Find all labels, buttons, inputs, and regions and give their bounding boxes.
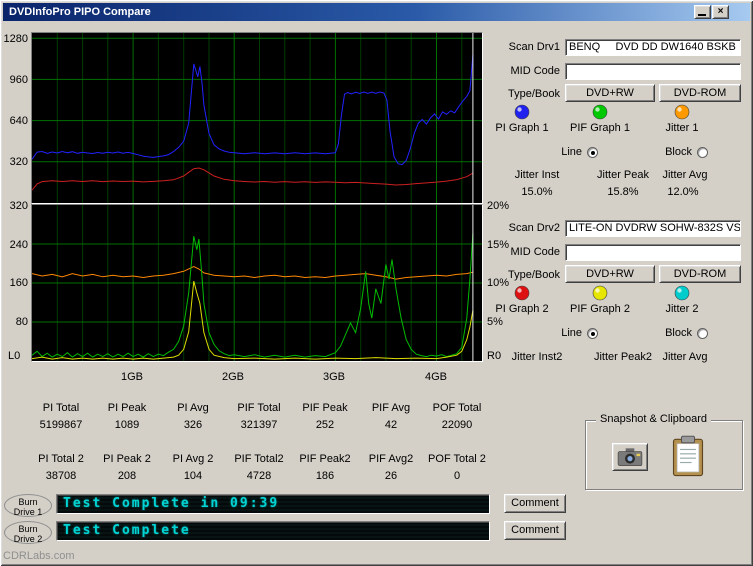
stats-row-2: PI Total 2 38708 PI Peak 2 208 PI Avg 2 104…	[28, 453, 490, 482]
disc-type1-box[interactable]: DVD+RW	[565, 84, 655, 102]
close-icon: ×	[717, 6, 724, 17]
stat-pof-total2: POF Total 20	[428, 453, 486, 482]
mid-code2-field[interactable]	[565, 244, 741, 261]
axis-corner-right: R0	[487, 350, 502, 362]
block2-radio[interactable]	[697, 328, 708, 339]
book-type2-box[interactable]: DVD-ROM	[659, 265, 741, 283]
snapshot-button[interactable]	[612, 443, 648, 471]
axis-label-1280: 1280	[3, 33, 28, 45]
minimize-button[interactable]	[694, 5, 711, 19]
stat-pi-peak: PI Peak 1089	[107, 402, 147, 431]
line1-radio[interactable]	[587, 147, 598, 158]
jitter-inst2-label: Jitter Inst2	[511, 351, 563, 363]
book-type1-box[interactable]: DVD-ROM	[659, 84, 741, 102]
x-tick-4gb: 4GB	[424, 371, 447, 383]
stat-pif-avg: PIF Avg 42	[371, 402, 411, 431]
comment1-button[interactable]: Comment	[504, 494, 566, 513]
pif-jitter-chart[interactable]	[31, 204, 483, 362]
mid-code2-label: MID Code	[510, 246, 560, 258]
pi-error-chart[interactable]	[31, 32, 483, 204]
burn-drive2-label: Burn Drive 2	[4, 521, 52, 544]
x-tick-1gb: 1GB	[120, 371, 143, 383]
axis-label-160: 160	[9, 277, 28, 289]
block1-label: Block	[665, 146, 692, 158]
pif-graph1-indicator-icon	[592, 104, 608, 120]
disc-type2-box[interactable]: DVD+RW	[565, 265, 655, 283]
snapshot-group-title: Snapshot & Clipboard	[596, 413, 712, 425]
clipboard-button[interactable]	[672, 435, 704, 477]
axis-label-80: 80	[15, 316, 28, 328]
axis-label-20pct: 20%	[487, 200, 510, 212]
drive1-status-display: Test Complete in 09:39	[56, 494, 490, 514]
pi-graph2-label: PI Graph 2	[495, 303, 549, 315]
scan-drv1-label: Scan Drv1	[508, 41, 560, 53]
x-tick-2gb: 2GB	[221, 371, 244, 383]
jitter-avg2-label: Jitter Avg	[662, 351, 708, 363]
watermark: CDRLabs.com	[3, 550, 75, 562]
stat-pif-total: PIF Total 321397	[237, 402, 281, 431]
title-bar: DVDInfoPro PIPO Compare ×	[3, 3, 750, 21]
pi-graph1-label: PI Graph 1	[495, 122, 549, 134]
stat-pi-total: PI Total 5199867	[39, 402, 83, 431]
mid-code1-label: MID Code	[510, 65, 560, 77]
jitter-avg1-value: 12.0%	[667, 186, 699, 198]
pi-graph2-indicator-icon	[514, 285, 530, 301]
minimize-icon	[698, 14, 706, 16]
line2-label: Line	[561, 327, 582, 339]
line2-radio[interactable]	[587, 328, 598, 339]
snapshot-clipboard-group: Snapshot & Clipboard	[585, 413, 743, 490]
jitter1-indicator-icon	[674, 104, 690, 120]
pif-graph2-indicator-icon	[592, 285, 608, 301]
scan-drv2-field[interactable]: LITE-ON DVDRW SOHW-832S VS0	[565, 220, 741, 237]
close-button[interactable]: ×	[712, 5, 729, 19]
stat-pif-avg2: PIF Avg2 26	[368, 453, 414, 482]
stat-pif-peak: PIF Peak 252	[302, 402, 348, 431]
scan-drv1-field[interactable]: BENQ DVD DD DW1640 BSKB	[565, 39, 741, 56]
pif-graph2-label: PIF Graph 2	[570, 303, 630, 315]
drive2-status-display: Test Complete	[56, 521, 490, 541]
stat-pi-avg: PI Avg 326	[177, 402, 209, 431]
stat-pi-peak2: PI Peak 2 208	[103, 453, 151, 482]
jitter2-label: Jitter 2	[665, 303, 699, 315]
jitter-peak1-label: Jitter Peak	[597, 169, 649, 181]
pif-graph1-label: PIF Graph 1	[570, 122, 630, 134]
mid-code1-field[interactable]	[565, 63, 741, 80]
axis-label-5pct: 5%	[487, 316, 503, 328]
window-title: DVDInfoPro PIPO Compare	[9, 6, 151, 18]
block1-radio[interactable]	[697, 147, 708, 158]
clipboard-icon	[672, 435, 704, 477]
jitter-inst1-label: Jitter Inst	[514, 169, 560, 181]
pi-graph1-indicator-icon	[514, 104, 530, 120]
line1-label: Line	[561, 146, 582, 158]
jitter2-indicator-icon	[674, 285, 690, 301]
axis-label-960: 960	[9, 74, 28, 86]
jitter1-label: Jitter 1	[665, 122, 699, 134]
x-tick-3gb: 3GB	[322, 371, 345, 383]
axis-label-320-bottom: 320	[9, 200, 28, 212]
burn-drive1-label: Burn Drive 1	[4, 494, 52, 517]
jitter-inst1-value: 15.0%	[521, 186, 553, 198]
comment2-button[interactable]: Comment	[504, 521, 566, 540]
axis-corner-left: L0	[8, 350, 21, 362]
axis-label-320-top: 320	[9, 156, 28, 168]
typebook2-label: Type/Book	[508, 269, 560, 281]
stat-pif-peak2: PIF Peak2 186	[299, 453, 351, 482]
jitter-avg1-label: Jitter Avg	[662, 169, 708, 181]
typebook1-label: Type/Book	[508, 88, 560, 100]
axis-label-240: 240	[9, 239, 28, 251]
stat-pof-total: POF Total 22090	[432, 402, 482, 431]
block2-label: Block	[665, 327, 692, 339]
stat-pi-avg2: PI Avg 2 104	[172, 453, 214, 482]
stats-row-1: PI Total 5199867 PI Peak 1089 PI Avg 326 PI…	[28, 402, 490, 431]
jitter-peak2-label: Jitter Peak2	[593, 351, 653, 363]
scan-drv2-label: Scan Drv2	[508, 222, 560, 234]
axis-label-640: 640	[9, 115, 28, 127]
camera-icon	[617, 448, 643, 466]
stat-pi-total2: PI Total 2 38708	[38, 453, 84, 482]
stat-pif-total2: PIF Total2 4728	[234, 453, 284, 482]
